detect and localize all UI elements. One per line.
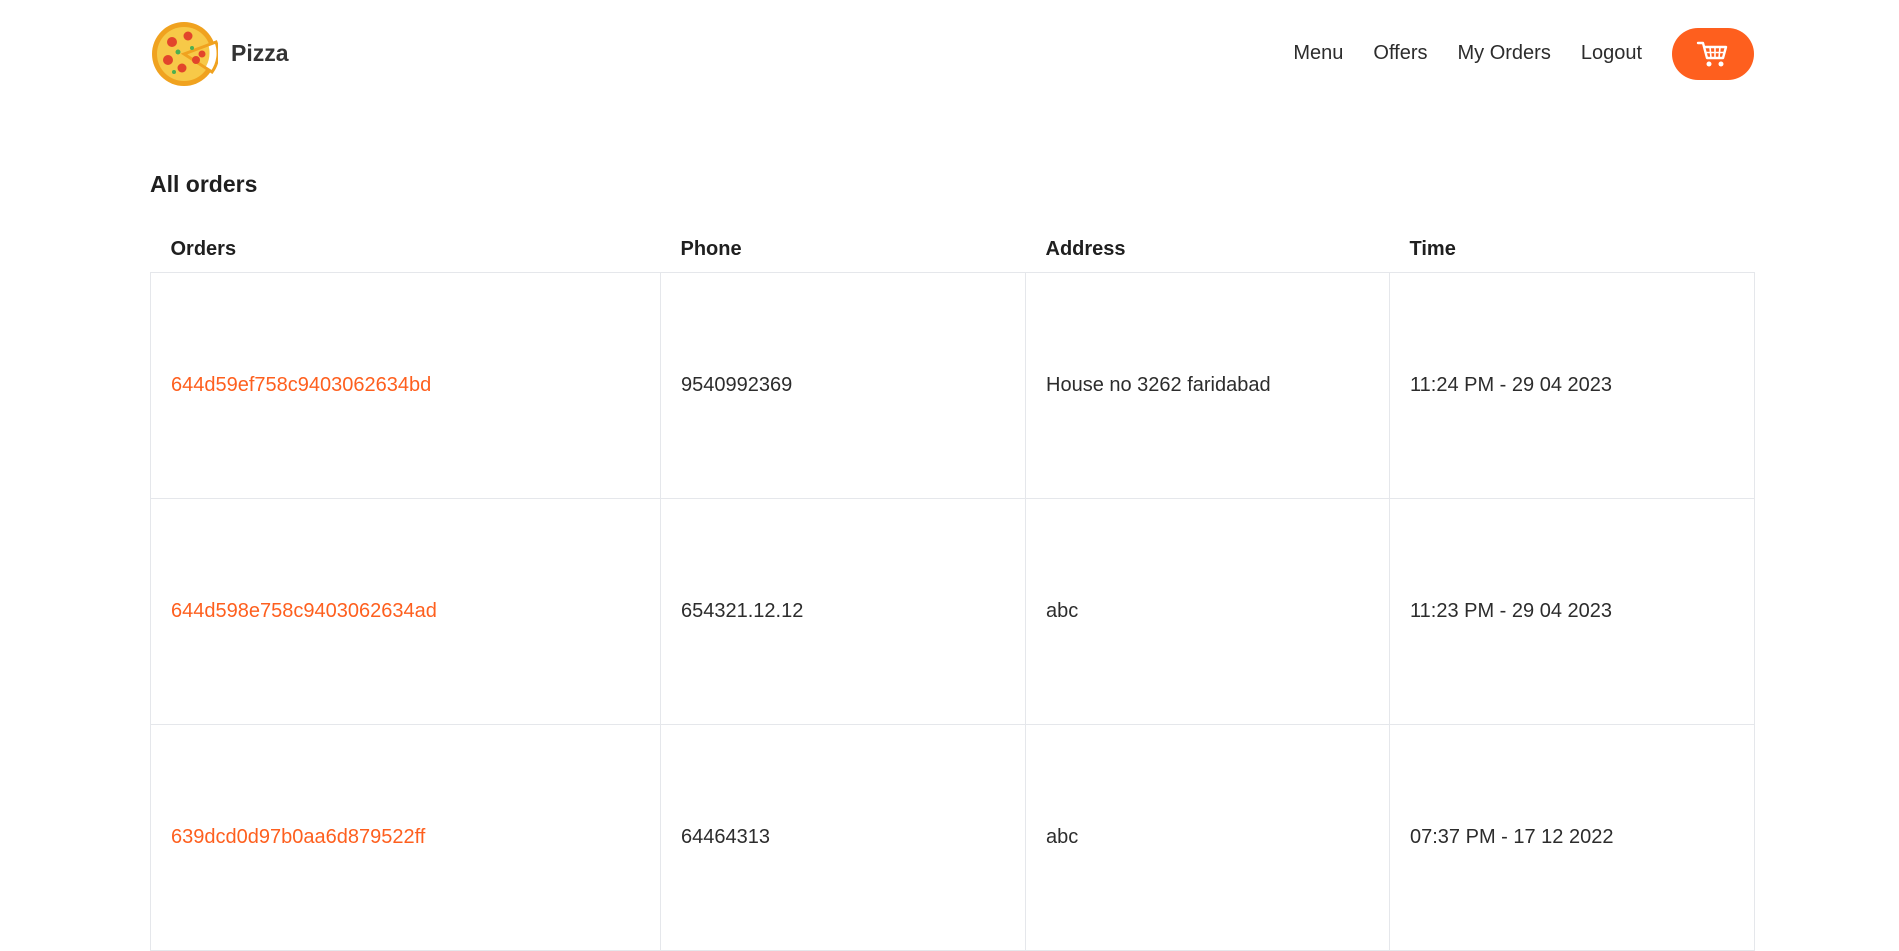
page-title: All orders [150,171,258,197]
main-nav: Menu Offers My Orders Logout [1293,27,1754,80]
column-header-time: Time [1389,226,1755,273]
order-id-cell: 644d59ef758c9403062634bd [150,272,661,499]
column-header-phone: Phone [660,226,1026,273]
table-row: 644d598e758c9403062634ad 654321.12.12 ab… [150,498,1755,725]
brand[interactable]: Pizza [150,20,289,88]
phone-cell: 9540992369 [660,272,1026,499]
column-header-address: Address [1025,226,1390,273]
page-container: Pizza Menu Offers My Orders Logout All o… [150,0,1755,951]
time-cell: 11:23 PM - 29 04 2023 [1389,498,1755,725]
cart-icon [1696,41,1728,66]
address-cell: House no 3262 faridabad [1025,272,1390,499]
top-navbar: Pizza Menu Offers My Orders Logout [150,0,1754,107]
brand-name: Pizza [231,40,289,66]
phone-cell: 64464313 [660,724,1026,951]
order-id-link[interactable]: 644d59ef758c9403062634bd [171,374,431,396]
order-id-link[interactable]: 639dcd0d97b0aa6d879522ff [171,826,425,848]
time-cell: 11:24 PM - 29 04 2023 [1389,272,1755,499]
time-cell: 07:37 PM - 17 12 2022 [1389,724,1755,951]
order-id-cell: 644d598e758c9403062634ad [150,498,661,725]
nav-logout-link[interactable]: Logout [1581,42,1642,65]
phone-cell: 654321.12.12 [660,498,1026,725]
orders-table: Orders Phone Address Time 644d59ef758c94… [150,226,1755,951]
nav-offers-link[interactable]: Offers [1373,42,1427,65]
table-row: 639dcd0d97b0aa6d879522ff 64464313 abc 07… [150,724,1755,951]
address-cell: abc [1025,498,1390,725]
order-id-cell: 639dcd0d97b0aa6d879522ff [150,724,661,951]
cart-button[interactable] [1672,27,1754,80]
table-header-row: Orders Phone Address Time [150,226,1755,273]
nav-menu-link[interactable]: Menu [1293,42,1343,65]
address-cell: abc [1025,724,1390,951]
order-id-link[interactable]: 644d598e758c9403062634ad [171,600,437,622]
table-row: 644d59ef758c9403062634bd 9540992369 Hous… [150,272,1755,499]
pizza-logo-icon [152,21,218,86]
column-header-orders: Orders [150,226,661,273]
nav-my-orders-link[interactable]: My Orders [1457,42,1550,65]
